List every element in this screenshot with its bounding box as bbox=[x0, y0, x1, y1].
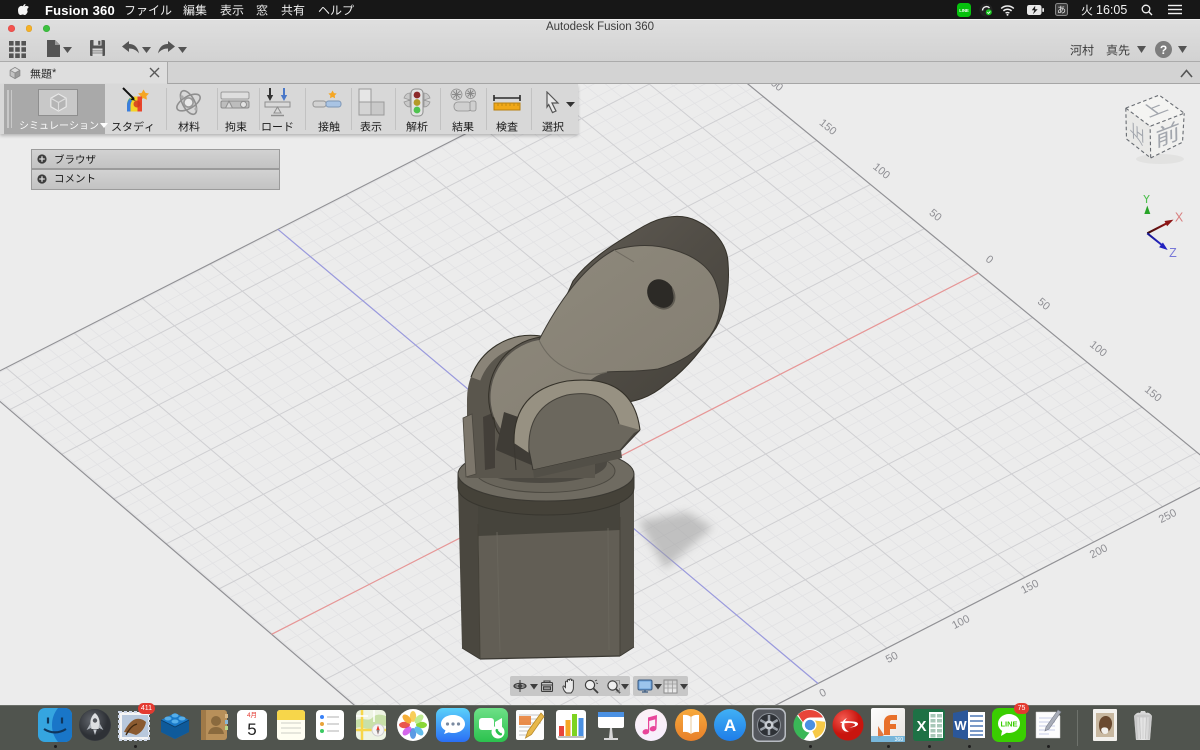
svg-text:50: 50 bbox=[884, 650, 900, 666]
svg-text:X: X bbox=[916, 718, 926, 735]
svg-text:Y: Y bbox=[1142, 195, 1151, 206]
svg-text:100: 100 bbox=[1087, 339, 1109, 360]
svg-text:100: 100 bbox=[870, 161, 892, 182]
svg-text:0: 0 bbox=[983, 253, 995, 266]
svg-text:X: X bbox=[1175, 211, 1184, 225]
svg-text:0: 0 bbox=[818, 687, 829, 700]
svg-text:4月: 4月 bbox=[247, 711, 257, 719]
svg-text:?: ? bbox=[1160, 43, 1167, 57]
svg-text:5: 5 bbox=[247, 720, 256, 739]
svg-text:LINE: LINE bbox=[1000, 720, 1017, 729]
svg-text:LINE: LINE bbox=[959, 8, 969, 13]
svg-text:A: A bbox=[724, 716, 736, 735]
svg-text:360: 360 bbox=[895, 737, 904, 742]
svg-text:50: 50 bbox=[1035, 296, 1052, 313]
svg-text:Z: Z bbox=[1169, 246, 1177, 260]
svg-text:50: 50 bbox=[927, 207, 944, 224]
svg-text:150: 150 bbox=[817, 117, 839, 138]
svg-text:100: 100 bbox=[950, 613, 972, 632]
svg-text:W: W bbox=[954, 718, 967, 733]
svg-text:200: 200 bbox=[1088, 542, 1110, 561]
svg-text:250: 250 bbox=[1157, 507, 1179, 526]
svg-text:150: 150 bbox=[1019, 578, 1041, 597]
svg-text:200: 200 bbox=[763, 84, 785, 94]
svg-text:150: 150 bbox=[1142, 384, 1164, 405]
